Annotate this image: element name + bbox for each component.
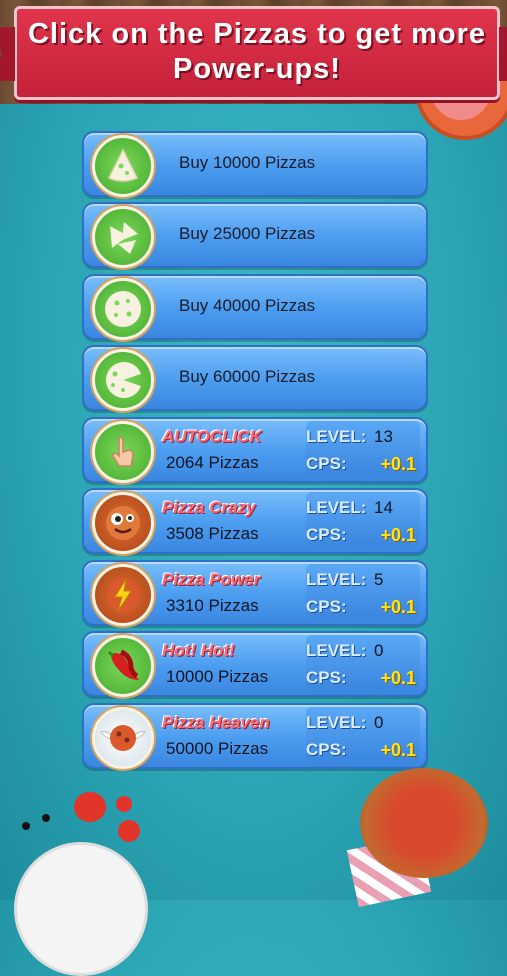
cps-value: +0.1: [380, 740, 416, 760]
powerup-name: Pizza Heaven: [162, 713, 270, 732]
olive-decoration: [22, 822, 30, 830]
level-label: LEVEL:: [306, 570, 367, 589]
powerup-autoclick[interactable]: AUTOCLICK 2064 Pizzas LEVEL: 13 CPS: +0.…: [82, 417, 428, 483]
powerup-pizza-power[interactable]: Pizza Power 3310 Pizzas LEVEL: 5 CPS: +0…: [82, 560, 428, 626]
powerup-cost: 10000 Pizzas: [166, 667, 269, 686]
cps-value: +0.1: [380, 597, 416, 617]
tomato-decoration: [74, 792, 106, 822]
level-panel: LEVEL: 0 CPS: +0.1: [306, 707, 420, 761]
level-label: LEVEL:: [306, 713, 367, 732]
pizza-missing-slice-icon: [92, 349, 154, 411]
buy-10000-button[interactable]: Buy 10000 Pizzas: [82, 131, 428, 197]
chili-pepper-icon: [92, 635, 154, 697]
level-panel: LEVEL: 14 CPS: +0.1: [306, 492, 420, 546]
buy-60000-button[interactable]: Buy 60000 Pizzas: [82, 345, 428, 411]
buy-label: Buy 60000 Pizzas: [179, 367, 316, 386]
cps-label: CPS:: [306, 454, 347, 473]
pizza-board-decoration[interactable]: [360, 768, 488, 878]
pizza-whole-icon: [92, 278, 154, 340]
winged-pizza-icon: [92, 707, 154, 769]
banner-text: Click on the Pizzas to get more Power-up…: [27, 18, 487, 85]
level-value: 13: [374, 427, 393, 446]
level-label: LEVEL:: [306, 427, 367, 446]
hand-click-icon: [92, 421, 154, 483]
buy-label: Buy 25000 Pizzas: [179, 224, 316, 243]
level-panel: LEVEL: 13 CPS: +0.1: [306, 421, 420, 475]
olive-decoration: [42, 814, 50, 822]
powerup-name: Hot! Hot!: [162, 641, 235, 660]
level-label: LEVEL:: [306, 498, 367, 517]
level-value: 0: [374, 713, 384, 732]
cps-label: CPS:: [306, 525, 347, 544]
powerup-cost: 3310 Pizzas: [166, 596, 259, 615]
lightning-pizza-icon: [92, 564, 154, 626]
crazy-pizza-icon: [92, 492, 154, 554]
level-panel: LEVEL: 5 CPS: +0.1: [306, 564, 420, 618]
tomato-decoration: [118, 820, 140, 842]
pizza-slices-icon: [92, 206, 154, 268]
level-value: 0: [374, 641, 384, 660]
level-value: 5: [374, 570, 384, 589]
cps-label: CPS:: [306, 740, 347, 759]
powerup-name: Pizza Crazy: [162, 498, 256, 517]
instruction-banner: Click on the Pizzas to get more Power-up…: [14, 6, 500, 100]
cps-value: +0.1: [380, 525, 416, 545]
level-label: LEVEL:: [306, 641, 367, 660]
powerup-hot-hot[interactable]: Hot! Hot! 10000 Pizzas LEVEL: 0 CPS: +0.…: [82, 631, 428, 697]
buy-label: Buy 10000 Pizzas: [179, 153, 316, 172]
tomato-decoration: [116, 796, 132, 812]
powerup-cost: 3508 Pizzas: [166, 524, 259, 543]
level-value: 14: [374, 498, 393, 517]
cps-label: CPS:: [306, 668, 347, 687]
cps-value: +0.1: [380, 668, 416, 688]
pepper-plate-decoration: [14, 842, 148, 976]
buy-25000-button[interactable]: Buy 25000 Pizzas: [82, 202, 428, 268]
powerup-name: Pizza Power: [162, 570, 261, 589]
level-panel: LEVEL: 0 CPS: +0.1: [306, 635, 420, 689]
buy-label: Buy 40000 Pizzas: [179, 296, 316, 315]
buy-40000-button[interactable]: Buy 40000 Pizzas: [82, 274, 428, 340]
pizza-slice-icon: [92, 135, 154, 197]
powerup-cost: 2064 Pizzas: [166, 453, 259, 472]
cps-value: +0.1: [380, 454, 416, 474]
powerup-name: AUTOCLICK: [162, 427, 262, 446]
powerup-pizza-crazy[interactable]: Pizza Crazy 3508 Pizzas LEVEL: 14 CPS: +…: [82, 488, 428, 554]
powerup-cost: 50000 Pizzas: [166, 739, 269, 758]
powerup-pizza-heaven[interactable]: Pizza Heaven 50000 Pizzas LEVEL: 0 CPS: …: [82, 703, 428, 769]
cps-label: CPS:: [306, 597, 347, 616]
